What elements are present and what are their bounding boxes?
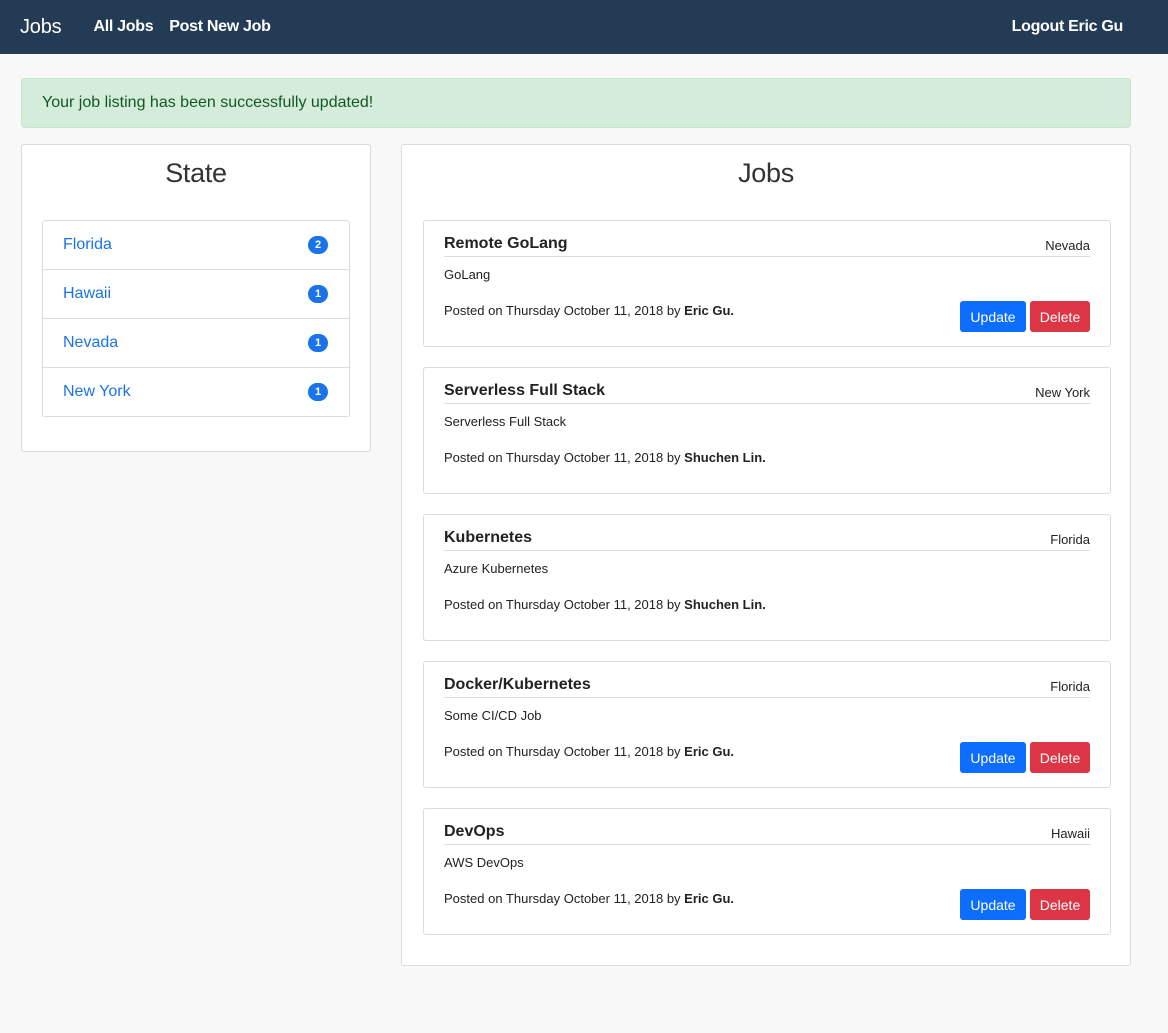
state-panel-title: State [165, 158, 227, 188]
job-location: Hawaii [1050, 826, 1090, 841]
job-actions: Update Delete [960, 889, 1090, 920]
job-author: Eric Gu. [684, 744, 735, 759]
job-header: Docker/Kubernetes Florida [444, 674, 1090, 698]
state-panel: State Florida 2 Hawaii 1 Nevada 1 New Yo… [21, 144, 371, 452]
job-card: Docker/Kubernetes Florida Some CI/CD Job… [423, 661, 1111, 788]
state-link[interactable]: New York [63, 383, 131, 401]
job-card: Remote GoLang Nevada GoLang Posted on Th… [423, 220, 1111, 347]
delete-button[interactable]: Delete [1030, 889, 1090, 920]
job-author: Eric Gu. [684, 891, 735, 906]
job-posted-meta: Posted on Thursday October 11, 2018 by E… [444, 303, 734, 318]
job-description: Azure Kubernetes [444, 561, 549, 576]
job-actions: Update Delete [960, 742, 1090, 773]
job-posted-text: Posted on Thursday October 11, 2018 by [444, 303, 685, 318]
state-list: Florida 2 Hawaii 1 Nevada 1 New York 1 [42, 220, 350, 417]
state-count-badge: 2 [308, 236, 328, 254]
job-title: DevOps [444, 823, 505, 840]
job-location: Nevada [1045, 238, 1090, 253]
state-count-badge: 1 [308, 285, 328, 303]
job-title: Kubernetes [444, 529, 533, 546]
nav-all-jobs[interactable]: All Jobs [93, 18, 153, 36]
job-posted-meta: Posted on Thursday October 11, 2018 by S… [444, 597, 766, 612]
job-card: Serverless Full Stack New York Serverles… [423, 367, 1111, 494]
update-button[interactable]: Update [960, 742, 1026, 773]
job-posted-text: Posted on Thursday October 11, 2018 by [444, 450, 685, 465]
success-alert: Your job listing has been successfully u… [21, 78, 1131, 128]
job-posted-meta: Posted on Thursday October 11, 2018 by E… [444, 891, 734, 906]
job-description: Serverless Full Stack [444, 414, 567, 429]
job-description: AWS DevOps [444, 855, 524, 870]
job-header: Remote GoLang Nevada [444, 233, 1090, 257]
job-author: Shuchen Lin. [684, 450, 766, 465]
job-author: Eric Gu. [684, 303, 735, 318]
nav-right: Logout Eric Gu [1012, 0, 1124, 54]
job-header: DevOps Hawaii [444, 821, 1090, 845]
job-location: Florida [1050, 679, 1090, 694]
update-button[interactable]: Update [960, 301, 1026, 332]
state-link[interactable]: Florida [63, 236, 112, 254]
state-link[interactable]: Hawaii [63, 285, 111, 303]
delete-button[interactable]: Delete [1030, 301, 1090, 332]
job-actions: Update Delete [960, 301, 1090, 332]
navbar: Jobs All Jobs Post New Job Logout Eric G… [0, 0, 1168, 54]
job-header: Serverless Full Stack New York [444, 380, 1090, 404]
job-card: DevOps Hawaii AWS DevOps Posted on Thurs… [423, 808, 1111, 935]
job-posted-meta: Posted on Thursday October 11, 2018 by S… [444, 450, 766, 465]
alert-message: Your job listing has been successfully u… [42, 94, 374, 111]
job-posted-text: Posted on Thursday October 11, 2018 by [444, 891, 685, 906]
job-description: Some CI/CD Job [444, 708, 542, 723]
job-header: Kubernetes Florida [444, 527, 1090, 551]
update-button[interactable]: Update [960, 889, 1026, 920]
logout-link[interactable]: Logout Eric Gu [1012, 18, 1124, 36]
brand-link[interactable]: Jobs [20, 16, 62, 39]
job-card: Kubernetes Florida Azure Kubernetes Post… [423, 514, 1111, 641]
state-item-hawaii: Hawaii 1 [43, 270, 349, 319]
job-description: GoLang [444, 267, 491, 282]
job-title: Docker/Kubernetes [444, 676, 591, 693]
delete-button[interactable]: Delete [1030, 742, 1090, 773]
job-location: New York [1035, 385, 1090, 400]
jobs-panel-title: Jobs [738, 158, 794, 188]
state-count-badge: 1 [308, 383, 328, 401]
job-author: Shuchen Lin. [684, 597, 766, 612]
state-count-badge: 1 [308, 334, 328, 352]
nav-post-new-job[interactable]: Post New Job [169, 18, 271, 36]
state-item-nevada: Nevada 1 [43, 319, 349, 368]
job-title: Remote GoLang [444, 235, 568, 252]
job-posted-meta: Posted on Thursday October 11, 2018 by E… [444, 744, 734, 759]
state-item-florida: Florida 2 [43, 221, 349, 270]
jobs-panel: Jobs Remote GoLang Nevada GoLang Posted … [401, 144, 1131, 966]
state-link[interactable]: Nevada [63, 334, 118, 352]
job-title: Serverless Full Stack [444, 382, 605, 399]
job-posted-text: Posted on Thursday October 11, 2018 by [444, 597, 685, 612]
state-item-new-york: New York 1 [43, 368, 349, 416]
job-location: Florida [1050, 532, 1090, 547]
job-posted-text: Posted on Thursday October 11, 2018 by [444, 744, 685, 759]
